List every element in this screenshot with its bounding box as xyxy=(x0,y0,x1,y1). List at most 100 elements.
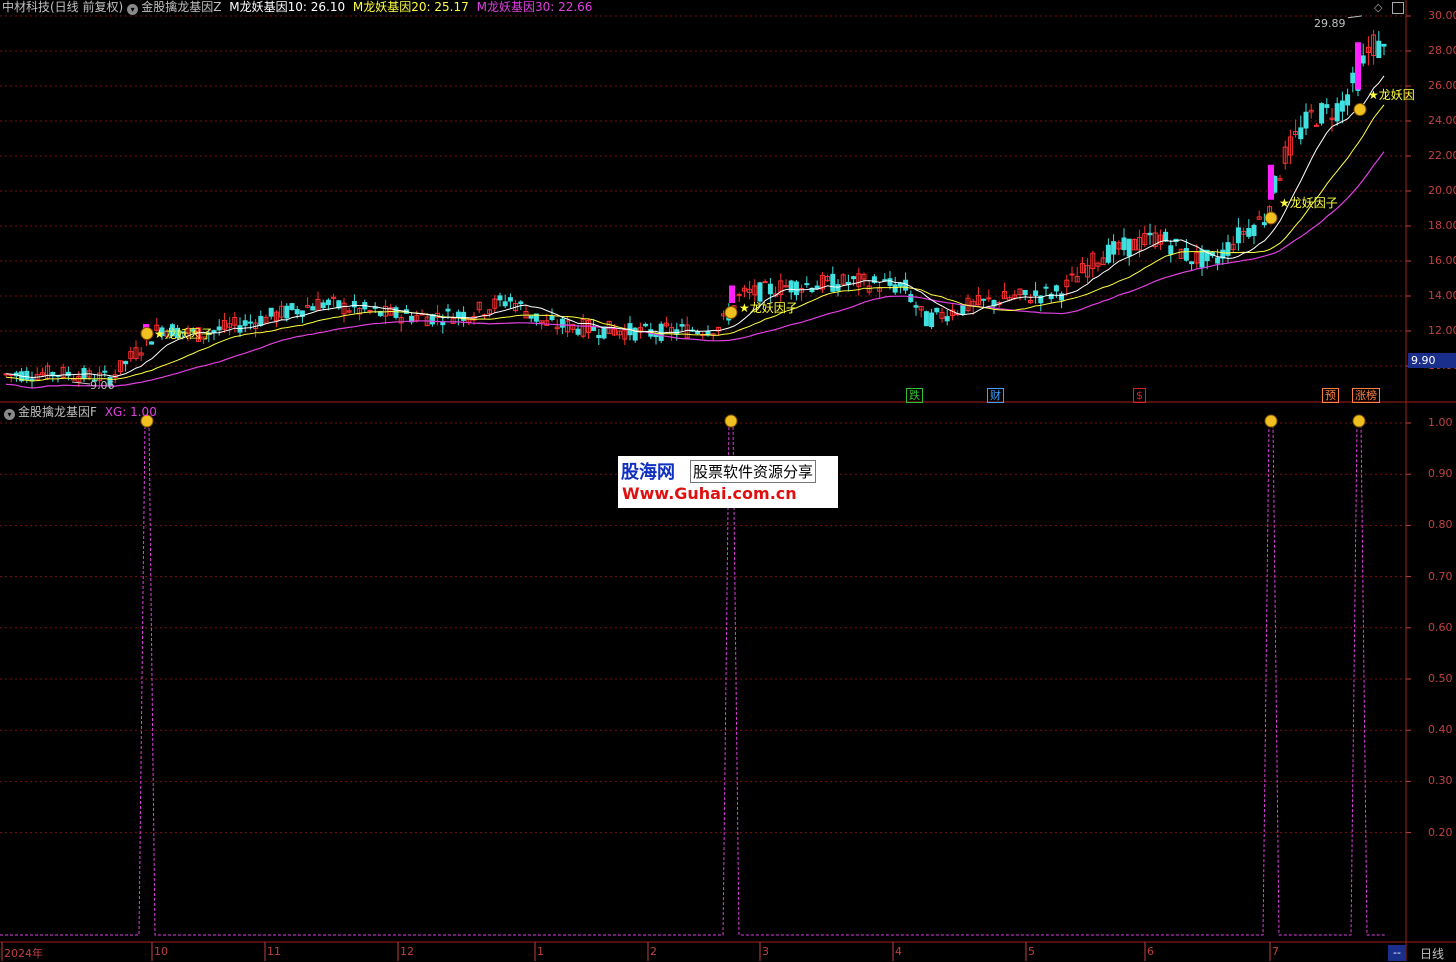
candle-body xyxy=(268,307,274,317)
price-axis-label: 22.00 xyxy=(1428,149,1456,162)
candle-body xyxy=(981,298,987,301)
candle-body xyxy=(632,327,638,341)
event-signal-badge[interactable]: 涨榜 xyxy=(1352,388,1380,403)
candle-body xyxy=(986,297,992,300)
candle-body xyxy=(1246,228,1252,237)
watermark-tagline: 股票软件资源分享 xyxy=(690,460,817,483)
limit-up-candle xyxy=(1268,164,1274,200)
watermark: 股海网 股票软件资源分享 Www.Guhai.com.cn xyxy=(618,456,838,508)
candle-body xyxy=(596,334,602,339)
dragon-factor-annotation: ★龙妖因子 xyxy=(154,327,213,341)
candle-body xyxy=(1111,241,1117,255)
price-axis-label: 30.00 xyxy=(1428,9,1456,22)
candle-body xyxy=(923,311,929,327)
candle-body xyxy=(1033,290,1039,296)
candle-body xyxy=(1350,72,1356,84)
candle-body xyxy=(960,304,966,315)
candle-body xyxy=(1069,273,1075,276)
price-axis-label: 14.00 xyxy=(1428,289,1456,302)
candle-body xyxy=(1235,227,1241,244)
candle-body xyxy=(351,300,357,308)
time-axis-label: 7 xyxy=(1272,945,1279,958)
candle-body xyxy=(736,293,742,296)
sub-header: ▾ 金股擒龙基因F XG: 1.00 xyxy=(0,405,157,420)
candle-body xyxy=(1251,224,1257,236)
ma30-line xyxy=(5,151,1385,389)
candle-body xyxy=(887,278,893,286)
high-price-label: 29.89 xyxy=(1314,17,1346,30)
candle-body xyxy=(913,305,919,308)
scroll-button[interactable]: -- xyxy=(1388,945,1406,961)
candle-body xyxy=(1313,124,1319,127)
candle-body xyxy=(1022,289,1028,296)
money-bag-icon xyxy=(724,414,738,428)
candle-body xyxy=(367,310,373,313)
money-bag-icon xyxy=(1264,211,1278,225)
time-axis-label: 6 xyxy=(1147,945,1154,958)
period-button[interactable]: 日线 xyxy=(1408,945,1456,961)
watermark-url: Www.Guhai.com.cn xyxy=(622,484,797,503)
time-axis-label: 11 xyxy=(267,945,281,958)
time-axis-label: 4 xyxy=(895,945,902,958)
time-axis-label: 10 xyxy=(154,945,168,958)
candle-body xyxy=(1376,40,1382,59)
candle-body xyxy=(24,370,30,380)
event-signal-badge[interactable]: 跌 xyxy=(906,388,923,403)
candle-body xyxy=(1147,232,1153,236)
indicator-menu-button[interactable]: ▾ xyxy=(127,4,139,15)
candle-body xyxy=(216,326,222,331)
candle-body xyxy=(1168,245,1174,255)
chart-header: 中材科技(日线 前复权) ▾ 金股擒龙基因Z M龙妖基因10: 26.10 M龙妖基… xyxy=(2,0,592,15)
candle-body xyxy=(247,321,253,324)
price-axis-label: 16.00 xyxy=(1428,254,1456,267)
dragon-factor-annotation: ★龙妖因子 xyxy=(1279,196,1338,210)
candle-body xyxy=(892,284,898,293)
candle-body xyxy=(601,326,607,339)
event-signal-badge[interactable]: 财 xyxy=(987,388,1004,403)
dragon-factor-annotation: ★龙妖因子 xyxy=(739,301,798,315)
candle-body xyxy=(310,306,316,311)
candle-body xyxy=(1215,257,1221,264)
candle-body xyxy=(767,283,773,295)
sub-indicator-menu-button[interactable]: ▾ xyxy=(4,409,15,420)
ma30-value: M龙妖基因30: 22.66 xyxy=(476,0,593,14)
time-axis-label: 12 xyxy=(400,945,414,958)
price-axis-label: 26.00 xyxy=(1428,79,1456,92)
event-signal-badge[interactable]: 预 xyxy=(1322,388,1339,403)
candle-body xyxy=(289,303,295,310)
candle-body xyxy=(284,305,290,319)
candle-body xyxy=(497,295,503,301)
candle-body xyxy=(793,281,799,296)
low-price-label: 9.06 xyxy=(90,379,115,392)
candle-body xyxy=(1199,249,1205,268)
sub-indicator-name: 金股擒龙基因F xyxy=(18,405,97,419)
candle-body xyxy=(123,360,129,365)
candle-body xyxy=(1319,103,1325,124)
candle-body xyxy=(804,283,810,286)
candle-body xyxy=(507,297,513,302)
candle-body xyxy=(149,341,155,345)
watermark-brand: 股海网 xyxy=(621,462,675,483)
current-price-tag: 9.90 xyxy=(1408,353,1456,368)
candle-body xyxy=(944,316,950,322)
event-signal-badge[interactable]: $ xyxy=(1133,388,1146,403)
candle-body xyxy=(1183,248,1189,261)
candle-body xyxy=(1189,261,1195,265)
candle-body xyxy=(929,312,935,328)
candle-body xyxy=(575,328,581,335)
indicator-name: 金股擒龙基因Z xyxy=(141,0,222,14)
window-toggle-icon[interactable] xyxy=(1392,2,1404,14)
time-axis-label: 2 xyxy=(650,945,657,958)
limit-up-candle xyxy=(729,285,735,303)
candle-body xyxy=(1345,94,1351,106)
candle-body xyxy=(851,276,857,280)
diamond-icon[interactable]: ◇ xyxy=(1374,1,1382,14)
time-axis-label: 2024年 xyxy=(4,947,43,960)
sub-axis-label: 0.70 xyxy=(1428,569,1453,583)
candle-body xyxy=(908,294,914,302)
candle-body xyxy=(882,279,888,282)
candle-body xyxy=(1339,100,1345,112)
candle-body xyxy=(788,280,794,293)
candle-body xyxy=(518,301,524,305)
candle-body xyxy=(102,370,108,373)
